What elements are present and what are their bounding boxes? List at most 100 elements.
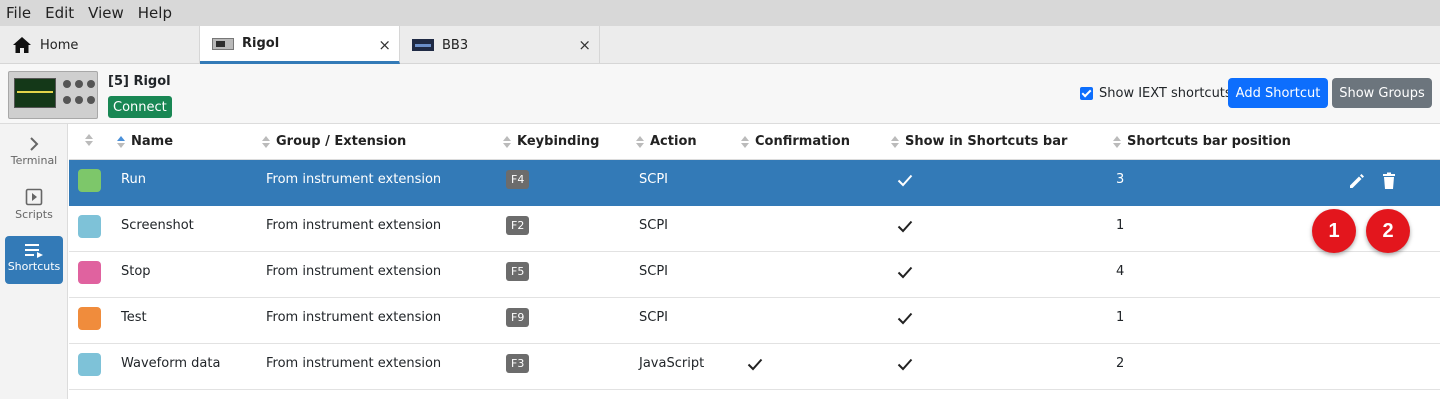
table-row[interactable]: Screenshot From instrument extension F2 SCP… — [69, 206, 1440, 252]
sort-icon — [1113, 135, 1121, 148]
sidebar-item-terminal[interactable]: Terminal — [0, 136, 68, 180]
table-row[interactable]: Waveform data From instrument extension F3… — [69, 344, 1440, 390]
sort-column-color[interactable] — [85, 134, 99, 146]
column-label: Confirmation — [755, 134, 850, 149]
cell-name: Test — [121, 310, 147, 325]
cell-position: 1 — [1116, 218, 1125, 233]
sort-icon — [891, 135, 899, 148]
cell-name: Screenshot — [121, 218, 194, 233]
show-groups-button[interactable]: Show Groups — [1332, 78, 1432, 108]
check-icon — [897, 172, 913, 188]
bb3-thumb-icon — [412, 39, 434, 51]
home-icon — [13, 37, 31, 53]
edit-pencil-icon[interactable] — [1347, 171, 1367, 191]
check-icon — [747, 356, 763, 372]
show-iext-checkbox[interactable]: Show IEXT shortcuts — [1080, 86, 1232, 101]
keybinding-badge: F3 — [506, 354, 530, 373]
tab-rigol[interactable]: Rigol × — [200, 26, 400, 64]
tab-bar: Home Rigol × BB3 × — [0, 26, 1440, 64]
sort-icon — [85, 134, 93, 146]
close-icon[interactable]: × — [378, 36, 391, 54]
column-show-in-bar[interactable]: Show in Shortcuts bar — [891, 134, 1067, 149]
chevron-right-icon — [30, 137, 39, 151]
cell-position: 2 — [1116, 356, 1125, 371]
table-row[interactable]: Stop From instrument extension F5 SCPI 4 — [69, 252, 1440, 298]
trash-icon[interactable] — [1379, 171, 1399, 191]
column-group[interactable]: Group / Extension — [262, 134, 406, 149]
tab-label: Home — [40, 37, 79, 53]
column-confirmation[interactable]: Confirmation — [741, 134, 850, 149]
add-shortcut-button[interactable]: Add Shortcut — [1228, 78, 1328, 108]
checkbox-checked-icon[interactable] — [1080, 87, 1093, 100]
cell-action: SCPI — [639, 218, 669, 233]
cell-group: From instrument extension — [266, 264, 442, 279]
column-label: Keybinding — [517, 134, 600, 149]
cell-name: Run — [121, 172, 146, 187]
cell-position: 1 — [1116, 310, 1125, 325]
cell-position: 3 — [1116, 172, 1125, 187]
table-row[interactable]: Test From instrument extension F9 SCPI 1 — [69, 298, 1440, 344]
cell-action: SCPI — [639, 172, 669, 187]
sidebar: Terminal Scripts Shortcuts — [0, 124, 68, 399]
cell-action: JavaScript — [639, 356, 705, 371]
sidebar-item-label: Terminal — [10, 154, 58, 167]
column-bar-position[interactable]: Shortcuts bar position — [1113, 134, 1291, 149]
sidebar-item-label: Scripts — [15, 208, 53, 221]
tab-home[interactable]: Home — [0, 26, 200, 64]
check-icon — [897, 218, 913, 234]
check-icon — [897, 264, 913, 280]
color-swatch — [78, 307, 101, 330]
table-header: Name Group / Extension Keybinding Action… — [69, 124, 1440, 160]
check-icon — [897, 356, 913, 372]
play-box-icon — [25, 188, 43, 206]
cell-action: SCPI — [639, 310, 669, 325]
cell-group: From instrument extension — [266, 310, 442, 325]
sort-icon — [503, 135, 511, 148]
instrument-title: [5] Rigol — [108, 74, 171, 89]
close-icon[interactable]: × — [578, 36, 591, 54]
keybinding-badge: F9 — [506, 308, 530, 327]
column-label: Name — [131, 134, 174, 149]
cell-position: 4 — [1116, 264, 1125, 279]
column-keybinding[interactable]: Keybinding — [503, 134, 599, 149]
sort-icon — [262, 135, 270, 148]
tab-label: Rigol — [242, 36, 280, 51]
column-label: Shortcuts bar position — [1127, 134, 1291, 149]
column-name[interactable]: Name — [117, 134, 173, 149]
sort-asc-icon — [117, 135, 125, 148]
cell-group: From instrument extension — [266, 356, 442, 371]
keybinding-badge: F2 — [506, 216, 530, 235]
color-swatch — [78, 353, 101, 376]
keybinding-badge: F5 — [506, 262, 530, 281]
cell-name: Waveform data — [121, 356, 221, 371]
sidebar-item-scripts[interactable]: Scripts — [0, 188, 68, 232]
callout-badge-1: 1 — [1312, 209, 1356, 253]
tab-bb3[interactable]: BB3 × — [400, 26, 600, 64]
color-swatch — [78, 215, 101, 238]
cell-group: From instrument extension — [266, 172, 442, 187]
tab-label: BB3 — [442, 37, 469, 53]
column-label: Show in Shortcuts bar — [905, 134, 1068, 149]
column-action[interactable]: Action — [636, 134, 697, 149]
check-icon — [897, 310, 913, 326]
connect-button[interactable]: Connect — [108, 96, 172, 118]
oscilloscope-thumb-icon — [212, 37, 234, 50]
menu-view[interactable]: View — [88, 4, 124, 22]
callout-badge-2: 2 — [1366, 209, 1410, 253]
sort-icon — [741, 135, 749, 148]
table-row[interactable]: Run From instrument extension F4 SCPI 3 — [69, 160, 1440, 206]
shortcuts-list-icon — [25, 244, 43, 258]
sidebar-item-shortcuts[interactable]: Shortcuts — [5, 236, 63, 284]
instrument-image — [8, 71, 98, 119]
column-label: Group / Extension — [276, 134, 407, 149]
keybinding-badge: F4 — [506, 170, 530, 189]
shortcuts-table: Name Group / Extension Keybinding Action… — [69, 124, 1440, 399]
menu-edit[interactable]: Edit — [45, 4, 74, 22]
show-iext-label: Show IEXT shortcuts — [1099, 86, 1232, 101]
menu-bar: File Edit View Help — [0, 0, 1440, 26]
cell-action: SCPI — [639, 264, 669, 279]
cell-name: Stop — [121, 264, 151, 279]
menu-help[interactable]: Help — [138, 4, 172, 22]
color-swatch — [78, 261, 101, 284]
menu-file[interactable]: File — [6, 4, 31, 22]
